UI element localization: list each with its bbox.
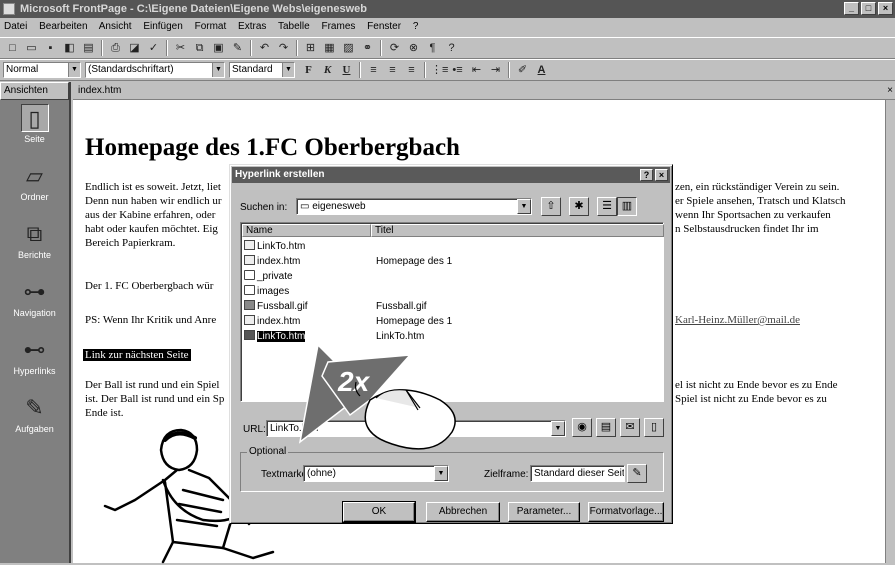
- double-click-label: 2x: [337, 366, 371, 397]
- double-click-annotation: 2x: [298, 343, 456, 450]
